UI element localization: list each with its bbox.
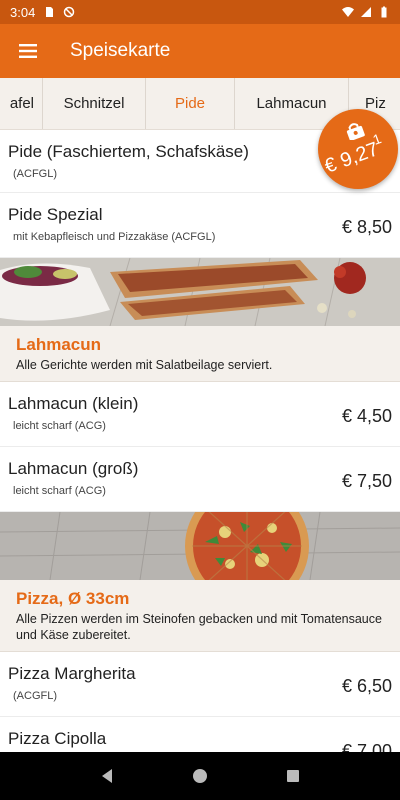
item-name: Pide (Faschiertem, Schafskäse) <box>8 142 249 161</box>
section-title: Pizza, Ø 33cm <box>16 589 130 608</box>
menu-button[interactable] <box>0 24 56 78</box>
recents-icon <box>287 770 300 782</box>
tab-tafel[interactable]: afel <box>0 78 43 129</box>
item-description: (ACFGL) <box>13 168 57 180</box>
home-icon <box>192 769 207 783</box>
item-description: (ACGFL) <box>13 690 57 702</box>
signal-icon <box>361 7 371 17</box>
hamburger-menu-icon <box>19 44 37 58</box>
item-price: € 7,50 <box>341 471 392 491</box>
menu-list[interactable]: Pide (Faschiertem, Schafskäse) (ACFGL) P… <box>0 130 400 752</box>
sd-card-icon <box>46 7 54 17</box>
battery-icon <box>381 6 387 18</box>
menu-item[interactable]: Pizza Cipolla € 7,00 <box>0 717 400 752</box>
cart-button[interactable]: 1 € 9,27 <box>318 109 398 189</box>
status-bar: 3:04 <box>0 0 400 24</box>
shopping-bag-icon <box>346 123 365 140</box>
section-header-lahmacun: Lahmacun Alle Gerichte werden mit Salatb… <box>0 326 400 382</box>
item-name: Lahmacun (klein) <box>8 394 139 413</box>
section-title: Lahmacun <box>16 335 102 354</box>
home-button[interactable] <box>180 756 220 796</box>
no-sync-icon <box>64 6 75 18</box>
section-header-pizza: Pizza, Ø 33cm Alle Pizzen werden im Stei… <box>0 580 400 652</box>
lahmacun-banner-image <box>0 258 400 326</box>
back-icon <box>101 769 112 783</box>
page-title: Speisekarte <box>70 40 171 61</box>
item-name: Pizza Margherita <box>8 664 136 683</box>
navigation-bar <box>0 752 400 800</box>
status-time: 3:04 <box>10 4 36 20</box>
wifi-icon <box>342 7 354 17</box>
item-name: Pide Spezial <box>8 205 103 224</box>
section-note: Alle Gerichte werden mit Salatbeilage se… <box>16 358 273 372</box>
menu-item[interactable]: Pizza Margherita (ACGFL) € 6,50 <box>0 652 400 717</box>
item-name: Pizza Cipolla <box>8 729 107 748</box>
menu-item[interactable]: Lahmacun (klein) leicht scharf (ACG) € 4… <box>0 382 400 447</box>
item-description: leicht scharf (ACG) <box>13 485 106 497</box>
item-description: leicht scharf (ACG) <box>13 420 106 432</box>
item-price: € 4,50 <box>341 406 392 426</box>
tab-pide[interactable]: Pide <box>146 78 235 129</box>
menu-item[interactable]: Pide Spezial mit Kebapfleisch und Pizzak… <box>0 193 400 258</box>
section-note: Alle Pizzen werden im Steinofen gebacken… <box>16 612 382 642</box>
app-bar: Speisekarte <box>0 24 400 78</box>
item-price: € 6,50 <box>341 676 392 696</box>
item-price: € 7,00 <box>341 741 392 752</box>
cart-total: € 9,27 <box>321 138 382 178</box>
item-name: Lahmacun (groß) <box>8 459 139 478</box>
menu-item[interactable]: Lahmacun (groß) leicht scharf (ACG) € 7,… <box>0 447 400 512</box>
item-description: mit Kebapfleisch und Pizzakäse (ACFGL) <box>13 231 216 243</box>
pizza-banner-image <box>0 512 400 580</box>
item-price: € 8,50 <box>341 217 392 237</box>
recents-button[interactable] <box>273 756 313 796</box>
tab-schnitzel[interactable]: Schnitzel <box>43 78 146 129</box>
back-button[interactable] <box>87 756 127 796</box>
